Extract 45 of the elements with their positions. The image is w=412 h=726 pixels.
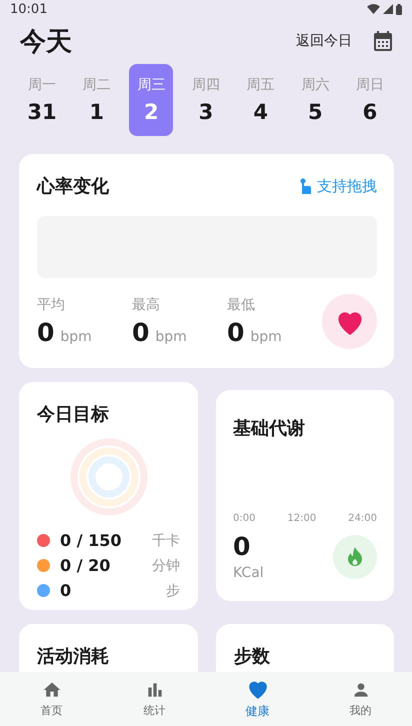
page-title: 今天 [20,26,73,58]
day-tab[interactable]: 周日 6 [348,64,392,136]
axis-label: 0:00 [233,513,256,524]
day-tab[interactable]: 周四 3 [184,64,228,136]
goal-value: 0 / 20 [60,556,112,575]
stat-unit: bpm [250,329,282,345]
nav-tab[interactable]: 我的 [309,672,412,726]
day-tab[interactable]: 周六 5 [293,64,338,136]
stat-value: 0 [37,318,54,347]
goal-unit: 分钟 [152,556,180,574]
back-to-today-button[interactable]: 返回今日 [296,32,352,50]
card-title: 活动消耗 [37,646,109,667]
day-tab[interactable]: 周一 31 [20,64,64,136]
goal-value: 0 / 150 [60,531,123,550]
drag-hint: 支持拖拽 [317,176,377,196]
nav-tab[interactable]: 统计 [103,672,206,726]
card-title: 今日目标 [37,404,109,425]
goal-unit: 步 [166,582,180,600]
wifi-icon [367,4,380,14]
stat-unit: bpm [155,329,187,345]
card-title: 基础代谢 [233,417,306,440]
goal-value: 0 [60,581,72,600]
axis-label: 12:00 [287,513,316,524]
stat-label: 平均 [37,296,66,314]
day-tab[interactable]: 周二 1 [74,64,119,136]
nav-tab[interactable]: 健康 [206,672,309,726]
day-tab[interactable]: 周五 4 [238,64,283,136]
card-title: 步数 [234,646,270,667]
bmr-value: 0 [233,532,252,561]
nav-tab[interactable]: 首页 [0,672,103,726]
flame-icon [346,546,364,566]
hand-pointer-icon [299,178,311,194]
stat-label: 最低 [227,296,256,314]
stat-unit: bpm [60,329,92,345]
stat-label: 最高 [132,296,161,314]
bmr-unit: KCal [233,565,264,581]
axis-label: 24:00 [348,513,377,524]
stat-value: 0 [227,318,244,347]
status-time: 10:01 [10,2,48,16]
signal-icon [383,4,393,14]
card-title: 心率变化 [37,175,109,198]
battery-icon [396,4,402,14]
goal-unit: 千卡 [152,532,180,550]
calendar-icon[interactable] [374,31,392,51]
stat-value: 0 [132,318,150,347]
